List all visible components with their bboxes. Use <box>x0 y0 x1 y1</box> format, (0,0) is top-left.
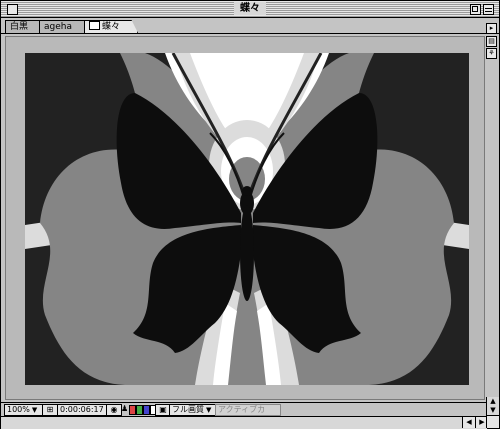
title-bar[interactable]: 蝶々 <box>1 1 499 18</box>
tab-choucho[interactable]: 蝶々 <box>84 20 138 33</box>
green-channel-icon[interactable] <box>136 405 143 415</box>
show-snapshot-icon[interactable]: ♟ <box>119 404 129 414</box>
composition-viewer[interactable] <box>5 36 485 400</box>
collapse-box[interactable] <box>483 4 494 15</box>
blue-channel-icon[interactable] <box>143 405 150 415</box>
chevron-down-icon: ▼ <box>31 406 38 414</box>
tab-label: ageha <box>44 22 72 32</box>
composition-tabs: 白黒 ageha 蝶々 <box>1 18 499 34</box>
scroll-up-icon[interactable]: ▲ <box>487 397 499 405</box>
resize-handle[interactable] <box>486 415 499 428</box>
camera-menu: アクティブカメ...▼ <box>215 404 281 424</box>
resolution-menu[interactable]: フル画質 ▼ <box>169 404 217 416</box>
horizontal-scrollbar[interactable]: ◀ ▶ <box>1 416 488 429</box>
window-title: 蝶々 <box>234 2 266 15</box>
zoom-box[interactable] <box>470 4 481 15</box>
chevron-down-icon: ▼ <box>206 406 212 414</box>
vertical-scrollbar[interactable]: ▲ ▼ <box>486 397 499 415</box>
close-box[interactable] <box>7 4 18 15</box>
composition-window: 蝶々 白黒 ageha 蝶々 ▸ ▤ ⚘ 100% ▼ ⊞ 0:00:06:17… <box>0 0 500 429</box>
viewer-controls: 100%▼ ⊞ 0:00:06:17 ◉ ♟ ▣ フル画質▼ アクティブカメ..… <box>1 402 499 424</box>
tab-label: 白黒 <box>10 22 29 32</box>
timecode: 0:00:06:17 <box>60 405 104 414</box>
comp-flowchart-icon[interactable]: ⚘ <box>486 48 497 59</box>
scroll-left-icon[interactable]: ◀ <box>462 417 475 428</box>
panel-menu-icon[interactable]: ▤ <box>486 36 497 47</box>
safe-zones-icon[interactable]: ⊞ <box>42 404 58 416</box>
zoom-value: 100% <box>7 405 30 414</box>
tab-label: 蝶々 <box>102 22 121 32</box>
tab-menu-arrow-icon[interactable]: ▸ <box>486 23 497 34</box>
zoom-menu[interactable]: 100% ▼ <box>4 404 43 416</box>
butterfly-abdomen <box>240 205 254 301</box>
butterfly-image <box>25 52 469 385</box>
resolution-value: フル画質 <box>172 405 204 414</box>
composition-frame[interactable] <box>25 52 469 385</box>
red-channel-icon[interactable] <box>129 405 136 415</box>
timecode-display[interactable]: 0:00:06:17 <box>57 404 109 416</box>
scroll-down-icon[interactable]: ▼ <box>487 406 499 414</box>
composition-icon <box>89 21 100 30</box>
butterfly-head <box>242 186 252 196</box>
